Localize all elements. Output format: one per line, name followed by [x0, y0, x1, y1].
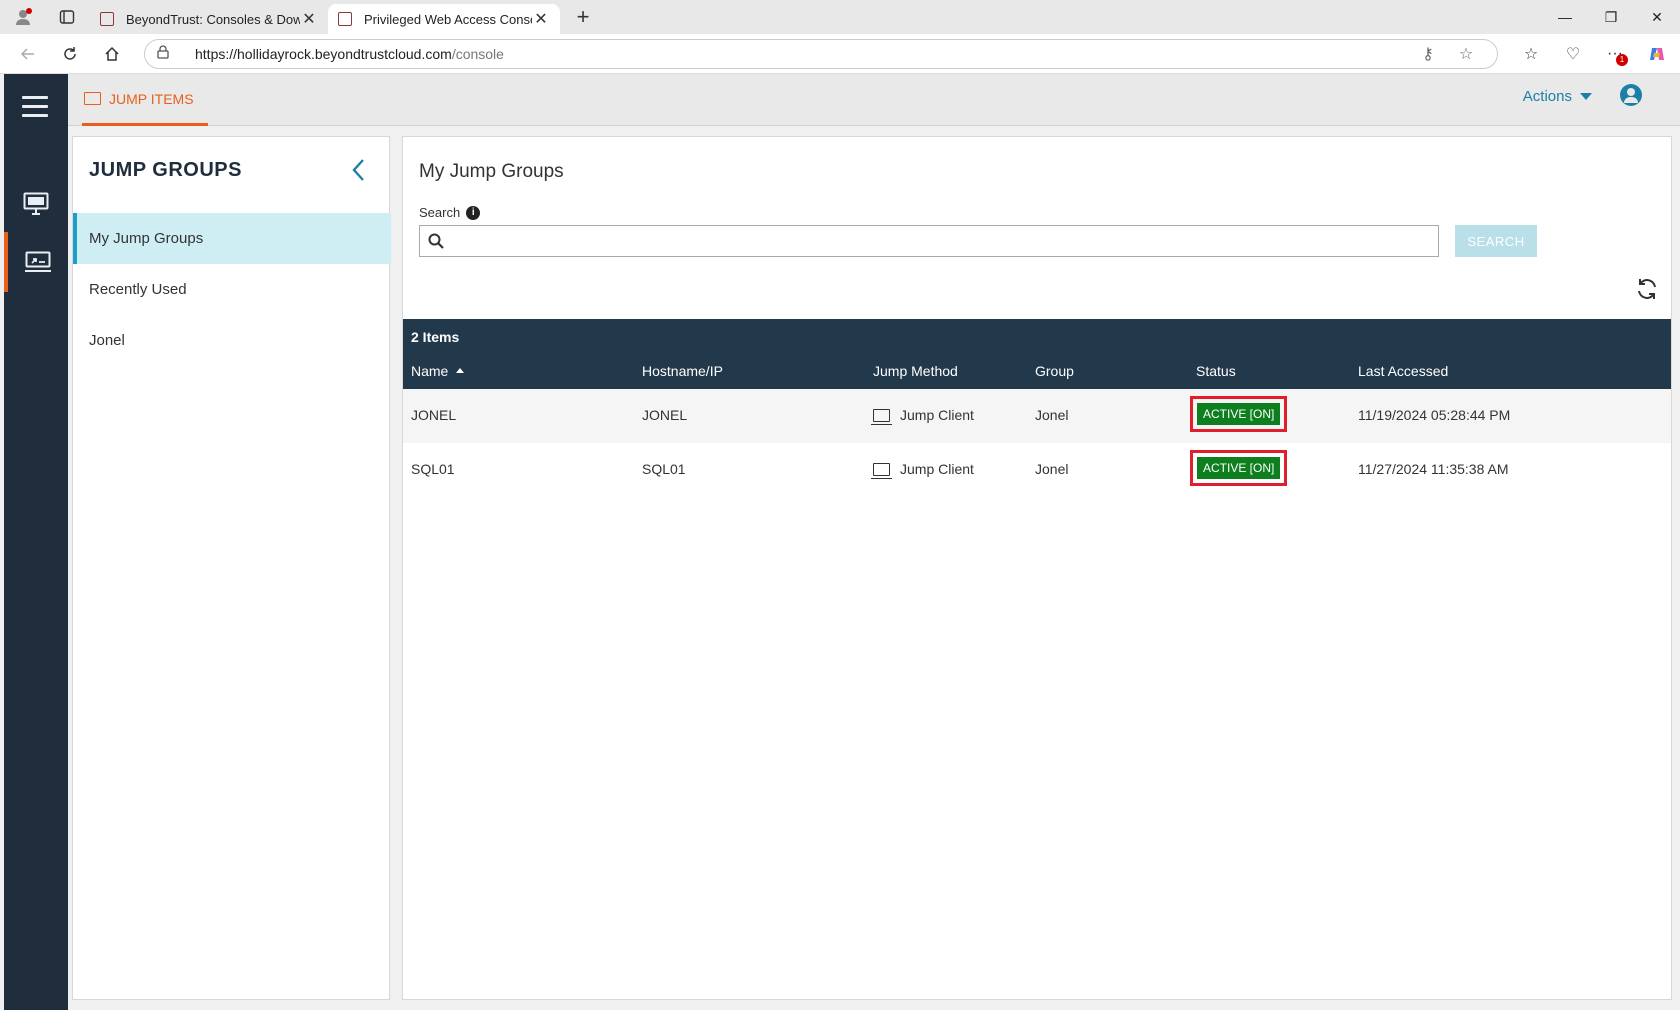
caret-down-icon: [1580, 93, 1592, 100]
jump-group-jonel[interactable]: Jonel: [73, 315, 391, 366]
tab-title: Privileged Web Access Console -: [364, 11, 532, 27]
restore-button[interactable]: ❐: [1588, 0, 1634, 34]
sort-ascending-icon: [456, 368, 465, 373]
refresh-icon[interactable]: [1635, 277, 1659, 301]
url-text: https://hollidayrock.beyondtrustcloud.co…: [195, 45, 504, 62]
window-close-button[interactable]: ✕: [1634, 0, 1680, 34]
status-badge: ACTIVE [ON]: [1197, 457, 1281, 479]
favorite-star-icon[interactable]: ☆: [1447, 44, 1485, 64]
nav-item-jump-items[interactable]: [4, 232, 68, 292]
tab-label: JUMP ITEMS: [109, 90, 194, 107]
column-header-name[interactable]: Name: [411, 363, 465, 379]
column-header-jump-method[interactable]: Jump Method: [873, 363, 958, 379]
column-header-status[interactable]: Status: [1196, 363, 1236, 379]
cell-group: Jonel: [1035, 407, 1069, 423]
item-count: 2 Items: [411, 329, 460, 345]
browser-tab-console[interactable]: Privileged Web Access Console - ✕: [328, 4, 560, 34]
cell-name: SQL01: [411, 461, 455, 477]
user-account-icon[interactable]: [1620, 84, 1642, 106]
address-bar: https://hollidayrock.beyondtrustcloud.co…: [0, 34, 1680, 74]
top-bar: JUMP ITEMS Actions: [68, 74, 1680, 126]
browser-tab-consoles[interactable]: BeyondTrust: Consoles & Downlo ✕: [90, 4, 328, 34]
jump-client-icon: [25, 251, 51, 272]
menu-icon[interactable]: [22, 96, 48, 123]
close-icon[interactable]: ✕: [532, 9, 550, 29]
column-header-hostname[interactable]: Hostname/IP: [642, 363, 723, 379]
lock-icon[interactable]: [157, 45, 177, 62]
cell-group: Jonel: [1035, 461, 1069, 477]
cell-name: JONEL: [411, 407, 457, 423]
table-row[interactable]: JONEL JONEL Jump Client Jonel ACTIVE [ON…: [403, 389, 1671, 443]
key-icon[interactable]: ⚷: [1409, 44, 1447, 64]
favicon-icon: [338, 12, 352, 26]
favicon-icon: [100, 12, 114, 26]
column-header-last-accessed[interactable]: Last Accessed: [1358, 363, 1448, 379]
actions-menu[interactable]: Actions: [1523, 88, 1592, 105]
close-icon[interactable]: ✕: [300, 9, 318, 29]
nav-item-sessions[interactable]: [4, 174, 68, 234]
info-icon[interactable]: i: [466, 205, 481, 220]
tab-title: BeyondTrust: Consoles & Downlo: [126, 11, 300, 27]
tab-jump-items[interactable]: JUMP ITEMS: [82, 74, 208, 126]
cell-jump-method: Jump Client: [871, 407, 974, 425]
jump-client-icon: [871, 409, 892, 425]
status-badge: ACTIVE [ON]: [1197, 403, 1281, 425]
status-highlight: ACTIVE [ON]: [1190, 396, 1288, 432]
search-field[interactable]: [419, 225, 1439, 257]
collapse-chevron-icon[interactable]: [349, 157, 369, 183]
jump-group-recently-used[interactable]: Recently Used: [73, 264, 391, 315]
home-button[interactable]: [94, 38, 130, 70]
cell-last-accessed: 11/19/2024 05:28:44 PM: [1358, 407, 1511, 423]
notification-badge: 1: [1616, 53, 1628, 66]
search-input[interactable]: [452, 227, 1438, 255]
actions-label: Actions: [1522, 88, 1572, 105]
table-row[interactable]: SQL01 SQL01 Jump Client Jonel ACTIVE [ON…: [403, 443, 1671, 497]
search-label: Search i: [419, 205, 481, 220]
jump-groups-list: My Jump Groups Recently Used Jonel: [73, 213, 391, 366]
search-icon: [428, 233, 444, 249]
status-highlight: ACTIVE [ON]: [1190, 450, 1288, 486]
jump-items-icon: [84, 92, 101, 105]
jump-groups-panel: JUMP GROUPS My Jump Groups Recently Used…: [72, 136, 391, 1000]
cell-jump-method: Jump Client: [871, 461, 974, 479]
tab-actions-icon[interactable]: [52, 2, 82, 32]
favorites-icon[interactable]: ☆: [1510, 38, 1552, 70]
cell-hostname: SQL01: [642, 461, 686, 477]
cell-hostname: JONEL: [642, 407, 688, 423]
page-title: My Jump Groups: [419, 161, 564, 182]
monitor-icon: [23, 192, 49, 215]
jump-client-icon: [871, 463, 892, 479]
jump-group-my-jump-groups[interactable]: My Jump Groups: [73, 213, 391, 264]
app-container: JUMP ITEMS Actions JUMP GROUPS My Jump G…: [4, 74, 1680, 1010]
profile-icon[interactable]: [8, 2, 38, 32]
column-header-group[interactable]: Group: [1035, 363, 1074, 379]
jump-groups-title: JUMP GROUPS: [89, 159, 242, 181]
table-header: 2 Items Name Hostname/IP Jump Method Gro…: [403, 319, 1671, 389]
jump-items-panel: My Jump Groups Search i SEARCH 2 Items N…: [402, 136, 1672, 1000]
more-options-icon[interactable]: ··· 1: [1594, 38, 1636, 70]
minimize-button[interactable]: —: [1542, 0, 1588, 34]
new-tab-button[interactable]: +: [568, 2, 598, 32]
reload-button[interactable]: [52, 38, 88, 70]
search-button[interactable]: SEARCH: [1455, 225, 1537, 257]
copilot-icon[interactable]: [1636, 38, 1678, 70]
browser-tab-bar: BeyondTrust: Consoles & Downlo ✕ Privile…: [0, 0, 1680, 34]
cell-last-accessed: 11/27/2024 11:35:38 AM: [1358, 461, 1509, 477]
url-field[interactable]: https://hollidayrock.beyondtrustcloud.co…: [144, 38, 1498, 69]
back-button[interactable]: [10, 38, 46, 70]
left-navigation: [4, 74, 68, 1010]
browser-essentials-icon[interactable]: ♡: [1552, 38, 1594, 70]
